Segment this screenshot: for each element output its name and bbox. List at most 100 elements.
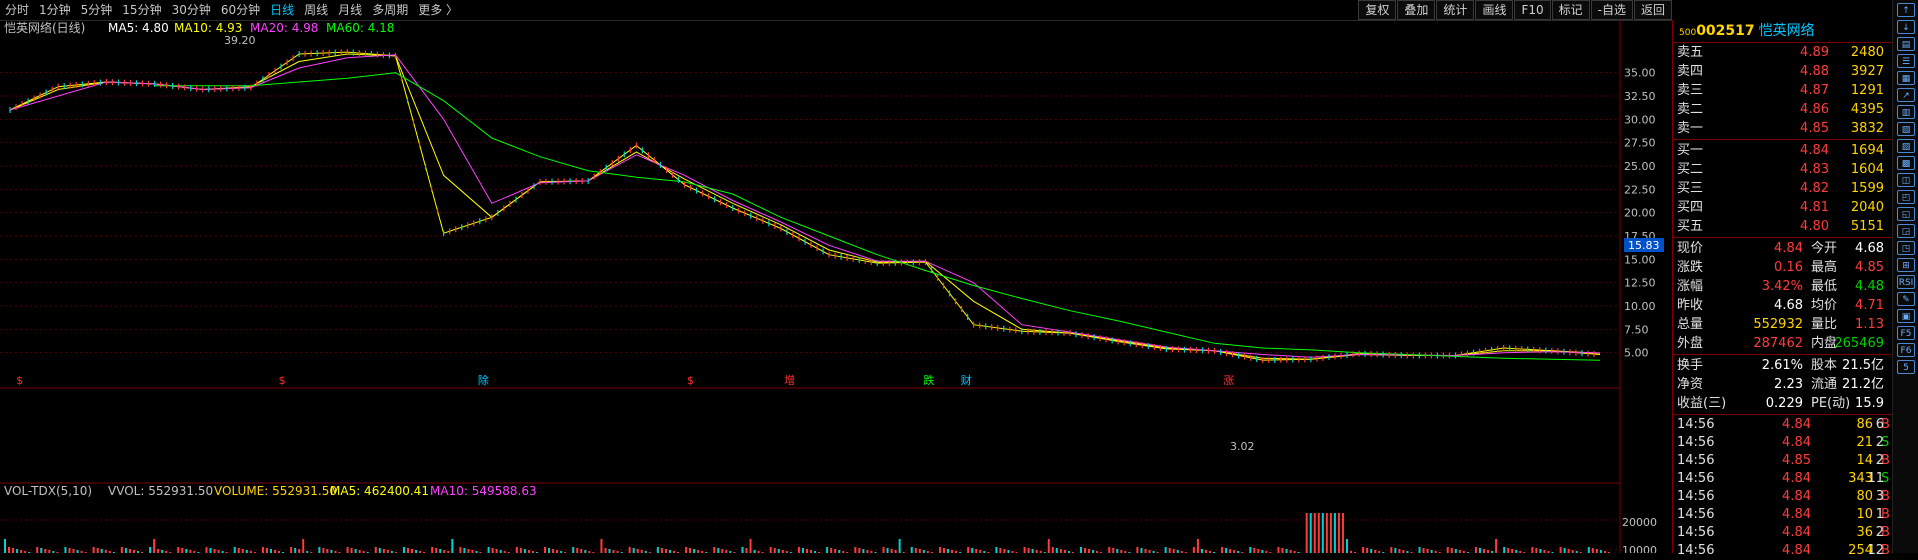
period-tab-5[interactable]: 60分钟 (216, 0, 265, 20)
side-tool-icon-13[interactable]: ◲ (1897, 224, 1915, 238)
side-tool-icon-0[interactable]: ↑ (1897, 3, 1915, 17)
period-tab-3[interactable]: 15分钟 (117, 0, 166, 20)
toolbar-button-5[interactable]: 标记 (1551, 0, 1590, 20)
side-tool-icon-20[interactable]: F6 (1897, 343, 1915, 357)
stats2-row-2: 收益(三) 0.229 PE(动) 15.9 (1673, 394, 1892, 413)
tick-row[interactable]: 14:56 4.84 80 B 3 (1673, 488, 1892, 506)
ask-row-4[interactable]: 卖一 4.85 3832 (1673, 119, 1892, 138)
side-tool-icon-10[interactable]: ◫ (1897, 173, 1915, 187)
event-marker[interactable]: 涨 (1223, 374, 1234, 387)
kline-chart[interactable]: 35.0032.5030.0027.5025.0022.5020.0017.50… (0, 20, 1672, 553)
ask-row-3[interactable]: 卖二 4.86 4395 (1673, 100, 1892, 119)
volume-bar (495, 549, 498, 553)
side-tool-icon-3[interactable]: ☰ (1897, 54, 1915, 68)
stats-v2: 265469 (1834, 336, 1884, 351)
period-tab-9[interactable]: 多周期 (367, 0, 413, 20)
side-tool-strip: ↑ ↓ ▤ ☰ ▦ ↗ ▥ ▧ ▨ ▩ ◫ ◰ ◱ ◲ ◳ ⊞ RSI ✎ ▣ F5 F6 5 (1892, 0, 1918, 553)
event-marker[interactable]: 增 (784, 373, 795, 387)
volume-bar (1539, 549, 1542, 553)
tick-n: 12 (1867, 543, 1884, 558)
volume-bar (713, 547, 716, 553)
side-tool-icon-4[interactable]: ▦ (1897, 71, 1915, 85)
tick-row[interactable]: 14:56 4.84 10 B 1 (1673, 506, 1892, 524)
tick-row[interactable]: 14:56 4.85 14 B 2 (1673, 452, 1892, 470)
bid-row-4[interactable]: 买五 4.80 5151 (1673, 217, 1892, 236)
toolbar-button-1[interactable]: 叠加 (1397, 0, 1436, 20)
stats2-row-1: 净资 2.23 流通 21.2亿 (1673, 375, 1892, 394)
stock-code: 002517 (1696, 23, 1755, 39)
volume-bar (435, 548, 438, 553)
vol-legend-vvol: VVOL: 552931.50 (108, 484, 213, 498)
toolbar-button-2[interactable]: 统计 (1436, 0, 1475, 20)
tick-row[interactable]: 14:56 4.84 86 B 6 (1673, 416, 1892, 434)
toolbar-button-3[interactable]: 画线 (1475, 0, 1514, 20)
event-marker[interactable]: $ (16, 374, 23, 387)
tick-time: 14:56 (1677, 435, 1715, 450)
side-tool-icon-7[interactable]: ▧ (1897, 122, 1915, 136)
side-tool-icon-1[interactable]: ↓ (1897, 20, 1915, 34)
side-tool-icon-6[interactable]: ▥ (1897, 105, 1915, 119)
period-tab-8[interactable]: 月线 (333, 0, 367, 20)
event-marker[interactable]: $ (687, 374, 694, 387)
volume-bar (265, 548, 268, 553)
volume-bar (177, 547, 180, 553)
stats-l2: 内盘 (1811, 336, 1838, 351)
stats-v2: 1.13 (1855, 317, 1884, 332)
event-marker[interactable]: 财 (961, 373, 972, 387)
event-marker[interactable]: 跌 (923, 373, 934, 387)
tick-list[interactable]: 14:56 4.84 86 B 6 14:56 4.84 21 S 2 14:56 4.85 14 B 2 1… (1673, 416, 1892, 560)
ask-row-0-price: 4.89 (1800, 45, 1829, 60)
period-tab-1[interactable]: 1分钟 (34, 0, 76, 20)
volume-bar (374, 547, 377, 553)
volume-bar (1321, 513, 1324, 553)
volume-bar (773, 548, 776, 553)
ask-row-1[interactable]: 卖四 4.88 3927 (1673, 62, 1892, 81)
side-tool-icon-18[interactable]: ▣ (1897, 309, 1915, 323)
tick-row[interactable]: 14:56 4.84 21 S 2 (1673, 434, 1892, 452)
tick-row[interactable]: 14:56 4.84 36 B 2 (1673, 524, 1892, 542)
volume-bar (1200, 549, 1203, 553)
side-tool-icon-21[interactable]: 5 (1897, 360, 1915, 374)
bid-row-3[interactable]: 买四 4.81 2040 (1673, 198, 1892, 217)
bid-row-0[interactable]: 买一 4.84 1694 (1673, 141, 1892, 160)
period-tab-4[interactable]: 30分钟 (167, 0, 216, 20)
side-tool-icon-15[interactable]: ⊞ (1897, 258, 1915, 272)
ask-row-2[interactable]: 卖三 4.87 1291 (1673, 81, 1892, 100)
event-marker[interactable]: 除 (478, 373, 489, 387)
volume-bar (882, 547, 885, 553)
volume-bar (233, 547, 236, 553)
side-tool-icon-19[interactable]: F5 (1897, 326, 1915, 340)
period-tab-6[interactable]: 日线 (265, 0, 299, 20)
side-tool-icon-14[interactable]: ◳ (1897, 241, 1915, 255)
period-tab-10[interactable]: 更多 〉 (413, 0, 463, 20)
volume-bar (185, 549, 188, 553)
volume-bar (890, 549, 893, 553)
period-tab-2[interactable]: 5分钟 (76, 0, 118, 20)
bid-row-2[interactable]: 买三 4.82 1599 (1673, 179, 1892, 198)
volume-bar (318, 547, 321, 553)
event-marker[interactable]: $ (279, 374, 286, 387)
bid-row-1[interactable]: 买二 4.83 1604 (1673, 160, 1892, 179)
side-tool-icon-16[interactable]: RSI (1897, 275, 1915, 289)
ask-row-0[interactable]: 卖五 4.89 2480 (1673, 43, 1892, 62)
toolbar-button-7[interactable]: 返回 (1633, 0, 1672, 20)
toolbar-button-6[interactable]: -自选 (1590, 0, 1633, 20)
side-tool-icon-9[interactable]: ▩ (1897, 156, 1915, 170)
period-tab-7[interactable]: 周线 (299, 0, 333, 20)
period-tab-0[interactable]: 分时 (0, 0, 34, 20)
side-tool-icon-11[interactable]: ◰ (1897, 190, 1915, 204)
volume-bar (721, 549, 724, 553)
chart-title: 恺英网络(日线) (4, 20, 85, 35)
ask-row-4-label: 卖一 (1677, 121, 1704, 136)
side-tool-icon-8[interactable]: ▨ (1897, 139, 1915, 153)
tick-row[interactable]: 14:56 4.84 343 S 11 (1673, 470, 1892, 488)
toolbar-button-4[interactable]: F10 (1514, 0, 1551, 20)
tick-row[interactable]: 14:56 4.84 254 B 12 (1673, 542, 1892, 560)
volume-bar (886, 548, 889, 553)
side-tool-icon-12[interactable]: ◱ (1897, 207, 1915, 221)
side-tool-icon-17[interactable]: ✎ (1897, 292, 1915, 306)
side-tool-icon-5[interactable]: ↗ (1897, 88, 1915, 102)
volume-bar (298, 549, 301, 553)
toolbar-button-0[interactable]: 复权 (1358, 0, 1397, 20)
side-tool-icon-2[interactable]: ▤ (1897, 37, 1915, 51)
